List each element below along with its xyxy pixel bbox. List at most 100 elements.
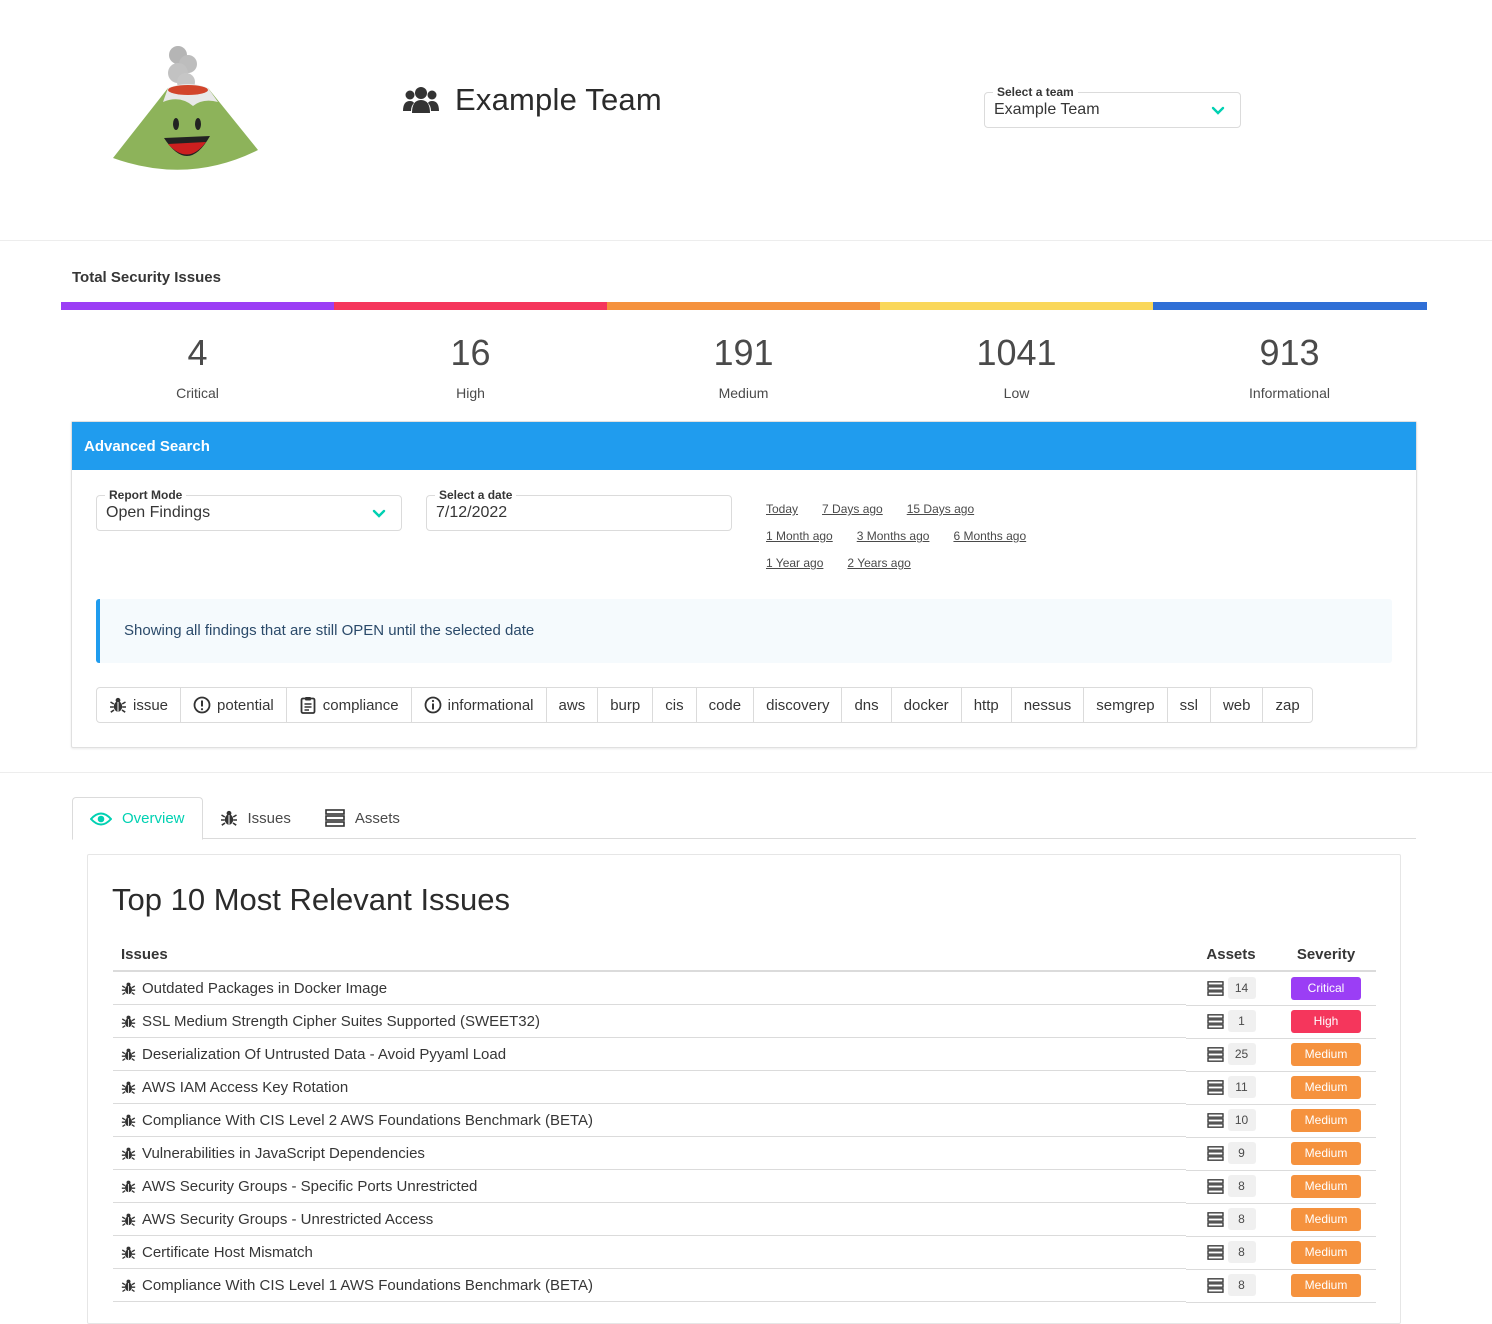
server-icon (1206, 1145, 1224, 1161)
team-select[interactable]: Select a team Example Team (984, 84, 1241, 128)
tab-overview[interactable]: Overview (72, 797, 203, 840)
tag-potential[interactable]: potential (180, 687, 287, 723)
tab-issues[interactable]: Issues (203, 797, 308, 839)
advanced-search-panel: Advanced Search Report Mode Open Finding… (71, 421, 1417, 748)
tab-label: Assets (354, 809, 400, 827)
report-mode-select[interactable]: Report Mode Open Findings (96, 487, 402, 531)
tag-semgrep[interactable]: semgrep (1083, 687, 1168, 723)
issue-name[interactable]: AWS Security Groups - Unrestricted Acces… (142, 1211, 433, 1228)
severity-badge: Medium (1291, 1241, 1361, 1264)
date-field[interactable]: Select a date 7/12/2022 (426, 487, 732, 531)
tag-web[interactable]: web (1209, 687, 1264, 723)
severity-cell: Medium (1276, 1236, 1376, 1270)
severity-badge: Medium (1291, 1175, 1361, 1198)
bug-icon (121, 1278, 136, 1293)
tag-burp[interactable]: burp (597, 687, 654, 723)
date-link-6-months-ago[interactable]: 6 Months ago (953, 529, 1026, 544)
bug-icon (121, 1146, 136, 1161)
tag-label: web (1222, 696, 1251, 714)
stat-critical: 4 Critical (61, 333, 334, 402)
tag-issue[interactable]: issue (96, 687, 182, 723)
tag-http[interactable]: http (960, 687, 1012, 723)
bug-icon (121, 1047, 136, 1062)
date-link-3-months-ago[interactable]: 3 Months ago (857, 529, 930, 544)
severity-bar-critical (61, 302, 335, 310)
server-icon (1206, 1046, 1224, 1062)
bug-icon (121, 1113, 136, 1128)
tag-zap[interactable]: zap (1262, 687, 1313, 723)
table-row[interactable]: Deserialization Of Untrusted Data - Avoi… (113, 1038, 1376, 1072)
table-row[interactable]: Compliance With CIS Level 2 AWS Foundati… (113, 1104, 1376, 1138)
tag-label: ssl (1179, 696, 1198, 714)
date-link-today[interactable]: Today (766, 502, 798, 517)
tag-label: zap (1275, 696, 1300, 714)
stat-medium: 191 Medium (607, 332, 880, 402)
issue-name[interactable]: Vulnerabilities in JavaScript Dependenci… (142, 1145, 425, 1162)
asset-count: 9 (1227, 1142, 1256, 1165)
date-link-15-days-ago[interactable]: 15 Days ago (907, 502, 974, 517)
tag-informational[interactable]: informational (410, 687, 547, 723)
stat-low: 1041 Low (880, 333, 1153, 402)
team-select-value: Example Team (994, 101, 1100, 118)
assets-cell: 8 (1186, 1269, 1276, 1303)
advanced-search-title: Advanced Search (72, 422, 1416, 470)
tag-filter-group: issue potential compliance informational aws… (96, 687, 1313, 723)
tag-cis[interactable]: cis (652, 687, 697, 723)
date-shortcut-row: Today 7 Days ago 15 Days ago (766, 502, 1026, 517)
tag-docker[interactable]: docker (890, 687, 962, 723)
tag-discovery[interactable]: discovery (753, 687, 843, 723)
issue-name[interactable]: Compliance With CIS Level 1 AWS Foundati… (142, 1277, 593, 1294)
stat-count: 191 (713, 332, 774, 373)
severity-cell: Medium (1276, 1137, 1376, 1171)
table-row[interactable]: Compliance With CIS Level 1 AWS Foundati… (113, 1269, 1376, 1303)
severity-cell: Medium (1276, 1071, 1376, 1105)
tag-aws[interactable]: aws (545, 687, 599, 723)
date-field-value: 7/12/2022 (436, 504, 508, 521)
tag-label: discovery (766, 696, 830, 714)
divider (0, 772, 1492, 773)
issue-name[interactable]: AWS IAM Access Key Rotation (142, 1079, 348, 1096)
assets-cell: 8 (1186, 1236, 1276, 1270)
report-mode-label: Report Mode (105, 487, 187, 503)
top-issues-table: Issues Assets Severity Outdated Packages… (113, 939, 1376, 1303)
clipboard-icon (299, 696, 317, 714)
tag-dns[interactable]: dns (841, 687, 892, 723)
table-row[interactable]: Certificate Host Mismatch 8 Medium (113, 1236, 1376, 1270)
issue-name[interactable]: Outdated Packages in Docker Image (142, 980, 387, 997)
tag-label: potential (217, 696, 274, 714)
date-link-2-years-ago[interactable]: 2 Years ago (847, 556, 910, 571)
issue-name[interactable]: AWS Security Groups - Specific Ports Unr… (142, 1178, 477, 1195)
table-row[interactable]: AWS IAM Access Key Rotation 11 Medium (113, 1071, 1376, 1105)
assets-cell: 14 (1186, 971, 1276, 1006)
eye-icon (90, 811, 112, 827)
issue-name[interactable]: SSL Medium Strength Cipher Suites Suppor… (142, 1013, 540, 1030)
table-row[interactable]: SSL Medium Strength Cipher Suites Suppor… (113, 1005, 1376, 1039)
issue-name[interactable]: Certificate Host Mismatch (142, 1244, 313, 1261)
tag-code[interactable]: code (695, 687, 755, 723)
team-select-label: Select a team (993, 84, 1078, 100)
asset-count: 8 (1227, 1274, 1256, 1297)
table-row[interactable]: AWS Security Groups - Specific Ports Unr… (113, 1170, 1376, 1204)
table-row[interactable]: Outdated Packages in Docker Image 14 Criti… (113, 971, 1376, 1006)
assets-cell: 8 (1186, 1170, 1276, 1204)
table-row[interactable]: AWS Security Groups - Unrestricted Acces… (113, 1203, 1376, 1237)
issue-cell: AWS Security Groups - Specific Ports Unr… (113, 1170, 1186, 1203)
tag-nessus[interactable]: nessus (1010, 687, 1085, 723)
tab-assets[interactable]: Assets (308, 797, 417, 839)
issue-name[interactable]: Compliance With CIS Level 2 AWS Foundati… (142, 1112, 593, 1129)
stat-label: Low (1003, 385, 1030, 401)
stat-count: 16 (450, 332, 491, 373)
date-link-7-days-ago[interactable]: 7 Days ago (822, 502, 883, 517)
date-link-1-year-ago[interactable]: 1 Year ago (766, 556, 823, 571)
table-row[interactable]: Vulnerabilities in JavaScript Dependenci… (113, 1137, 1376, 1171)
date-link-1-month-ago[interactable]: 1 Month ago (766, 529, 833, 544)
severity-badge: High (1291, 1010, 1361, 1033)
exclamation-circle-icon (193, 696, 211, 714)
severity-cell: Medium (1276, 1104, 1376, 1138)
assets-cell: 25 (1186, 1038, 1276, 1072)
tag-compliance[interactable]: compliance (285, 687, 412, 723)
issue-cell: Compliance With CIS Level 2 AWS Foundati… (113, 1104, 1186, 1137)
tag-label: semgrep (1096, 696, 1155, 714)
tag-ssl[interactable]: ssl (1166, 687, 1211, 723)
issue-name[interactable]: Deserialization Of Untrusted Data - Avoi… (142, 1046, 506, 1063)
